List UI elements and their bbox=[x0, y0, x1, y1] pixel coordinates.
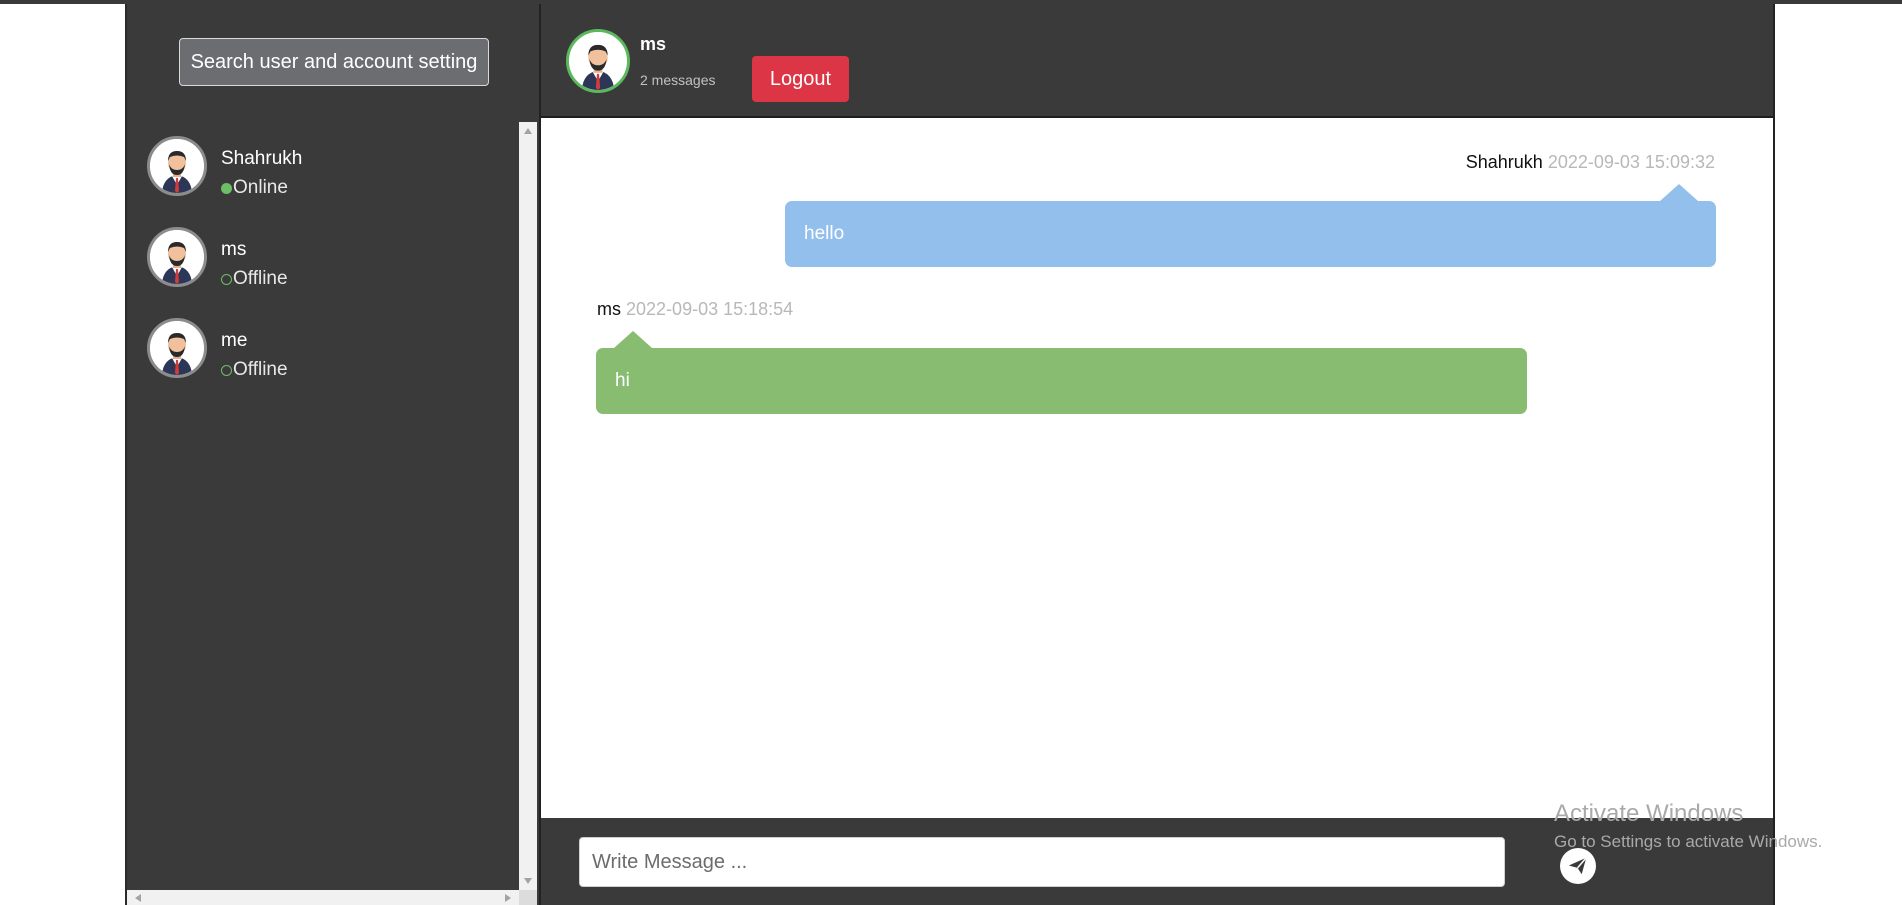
watermark-title: Activate Windows bbox=[1554, 800, 1744, 827]
message-count: 2 messages bbox=[640, 72, 716, 88]
contact-item-shahrukh[interactable]: Shahrukh Online bbox=[147, 136, 507, 206]
scroll-left-icon[interactable] bbox=[135, 894, 141, 902]
message-timestamp: 2022-09-03 15:18:54 bbox=[626, 299, 794, 319]
message-timestamp: 2022-09-03 15:09:32 bbox=[1547, 152, 1715, 172]
message-meta: Shahrukh 2022-09-03 15:09:32 bbox=[1466, 152, 1715, 173]
contact-item-me[interactable]: me Offline bbox=[147, 318, 507, 388]
contact-name: Shahrukh bbox=[221, 148, 303, 169]
user-avatar-icon bbox=[566, 29, 630, 93]
user-avatar-icon bbox=[147, 136, 207, 196]
search-user-button[interactable]: Search user and account setting bbox=[179, 38, 489, 86]
contact-status: Offline bbox=[221, 268, 288, 290]
contact-status-label: Online bbox=[233, 177, 288, 198]
chat-panel: ms 2 messages Logout Shahrukh 2022-09-03… bbox=[539, 4, 1775, 905]
sidebar: Search user and account setting Shahrukh bbox=[125, 4, 539, 905]
horizontal-scrollbar[interactable] bbox=[127, 890, 519, 905]
chat-contact-name: ms bbox=[640, 34, 667, 54]
message-sender: ms bbox=[597, 299, 621, 319]
message-bubble: hello bbox=[785, 201, 1716, 267]
contact-name: ms bbox=[221, 239, 247, 260]
user-avatar-icon bbox=[147, 318, 207, 378]
chat-header: ms 2 messages Logout bbox=[541, 4, 1773, 118]
scrollbar-corner bbox=[519, 890, 537, 905]
contact-item-ms[interactable]: ms Offline bbox=[147, 227, 507, 297]
bubble-tip bbox=[1660, 184, 1698, 201]
contact-name: me bbox=[221, 330, 248, 351]
logout-button[interactable]: Logout bbox=[752, 56, 849, 102]
message-bubble: hi bbox=[596, 348, 1527, 414]
offline-dot-icon bbox=[221, 364, 232, 376]
user-avatar-icon bbox=[147, 227, 207, 287]
message-sender: Shahrukh bbox=[1465, 152, 1543, 172]
message-list: Shahrukh 2022-09-03 15:09:32 hello ms 20… bbox=[541, 118, 1773, 820]
offline-dot-icon bbox=[221, 273, 232, 285]
scroll-right-icon[interactable] bbox=[505, 894, 511, 902]
watermark-subtitle: Go to Settings to activate Windows. bbox=[1554, 832, 1823, 851]
send-icon bbox=[1568, 857, 1587, 875]
message-input[interactable] bbox=[579, 837, 1505, 887]
scroll-up-icon[interactable] bbox=[524, 128, 532, 134]
vertical-scrollbar[interactable] bbox=[519, 122, 537, 890]
contact-status: Offline bbox=[221, 359, 288, 381]
contact-status: Online bbox=[221, 177, 288, 199]
contact-list: Shahrukh Online ms Offline me Offline bbox=[127, 122, 519, 890]
message-meta: ms 2022-09-03 15:18:54 bbox=[597, 299, 793, 320]
bubble-tip bbox=[614, 331, 652, 348]
windows-activation-watermark: Activate Windows Go to Settings to activ… bbox=[1554, 800, 1822, 852]
scroll-down-icon[interactable] bbox=[524, 878, 532, 884]
contact-status-label: Offline bbox=[233, 359, 288, 380]
online-dot-icon bbox=[221, 182, 232, 194]
contact-status-label: Offline bbox=[233, 268, 288, 289]
send-button[interactable] bbox=[1560, 848, 1596, 884]
